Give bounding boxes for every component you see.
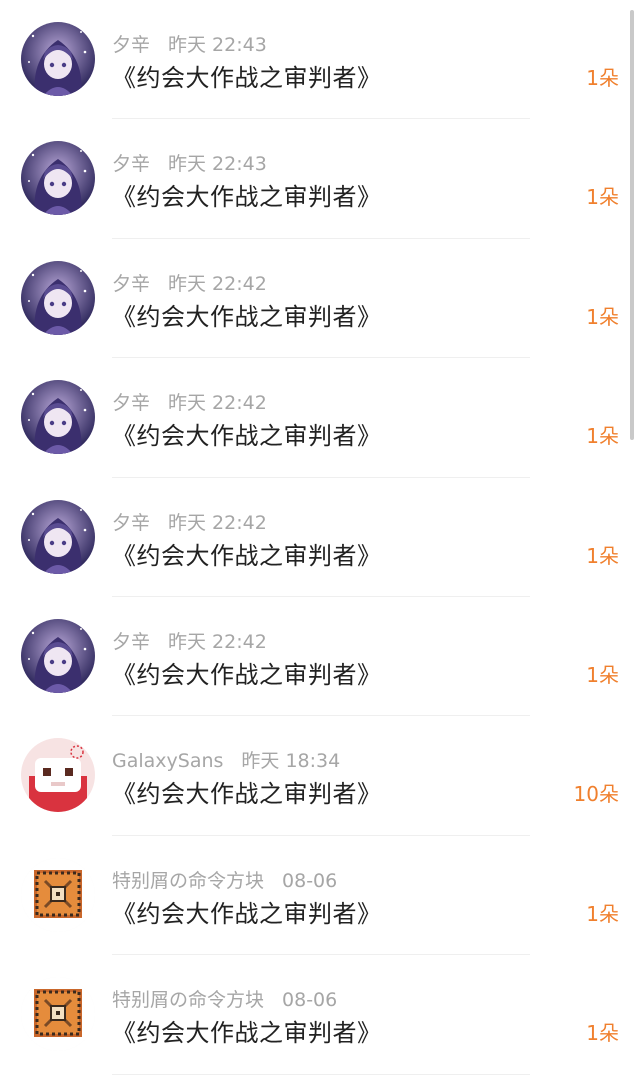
- timestamp: 昨天 22:43: [168, 153, 267, 176]
- pixel-character-avatar-icon: [21, 738, 95, 813]
- anime-girl-avatar-icon: [21, 380, 95, 455]
- list-item[interactable]: 特别屑の命令方块 08-06 《约会大作战之审判者》 1朵: [0, 836, 640, 956]
- list-item[interactable]: 夕辛 昨天 22:42 《约会大作战之审判者》 1朵: [0, 478, 640, 597]
- list-item[interactable]: 夕辛 昨天 22:42 《约会大作战之审判者》 1朵: [0, 239, 640, 359]
- book-title[interactable]: 《约会大作战之审判者》: [112, 416, 382, 451]
- book-title[interactable]: 《约会大作战之审判者》: [112, 58, 382, 93]
- flower-count: 1朵: [586, 304, 619, 329]
- avatar[interactable]: [21, 499, 95, 574]
- timestamp: 昨天 22:42: [168, 511, 267, 534]
- book-title[interactable]: 《约会大作战之审判者》: [112, 1013, 382, 1048]
- flower-count: 1朵: [586, 424, 619, 449]
- user-name[interactable]: 夕辛: [112, 392, 150, 414]
- item-meta: 特别屑の命令方块 08-06: [112, 985, 337, 1012]
- book-title[interactable]: 《约会大作战之审判者》: [112, 297, 382, 332]
- book-title[interactable]: 《约会大作战之审判者》: [112, 536, 382, 571]
- gift-record-list: 夕辛 昨天 22:43 《约会大作战之审判者》 1朵 夕辛 昨天 22:43 《约会…: [0, 0, 640, 1075]
- book-title[interactable]: 《约会大作战之审判者》: [112, 655, 382, 690]
- flower-count: 1朵: [586, 901, 619, 926]
- item-meta: 特别屑の命令方块 08-06: [112, 866, 337, 893]
- book-title[interactable]: 《约会大作战之审判者》: [112, 177, 382, 212]
- anime-girl-avatar-icon: [21, 22, 95, 96]
- anime-girl-avatar-icon: [21, 499, 95, 574]
- user-name[interactable]: GalaxySans: [112, 750, 223, 772]
- user-name[interactable]: 夕辛: [112, 273, 150, 295]
- timestamp: 昨天 22:42: [168, 392, 267, 415]
- timestamp: 08-06: [282, 989, 338, 1012]
- list-item[interactable]: GalaxySans 昨天 18:34 《约会大作战之审判者》 10朵: [0, 716, 640, 836]
- item-meta: 夕辛 昨天 22:42: [112, 269, 267, 296]
- flower-count: 1朵: [586, 66, 619, 90]
- timestamp: 昨天 22:42: [168, 630, 267, 653]
- timestamp: 昨天 22:42: [168, 272, 267, 295]
- item-meta: 夕辛 昨天 22:43: [112, 30, 267, 57]
- scrollbar[interactable]: [630, 10, 634, 440]
- user-name[interactable]: 特别屑の命令方块: [112, 989, 264, 1011]
- item-meta: 夕辛 昨天 22:42: [112, 508, 267, 535]
- avatar[interactable]: [21, 141, 95, 216]
- divider: [112, 1073, 530, 1075]
- timestamp: 昨天 22:43: [168, 34, 267, 56]
- command-block-avatar-icon: [21, 977, 95, 1052]
- list-item[interactable]: 夕辛 昨天 22:42 《约会大作战之审判者》 1朵: [0, 358, 640, 478]
- anime-girl-avatar-icon: [21, 260, 95, 335]
- user-name[interactable]: 夕辛: [112, 512, 150, 534]
- item-meta: GalaxySans 昨天 18:34: [112, 746, 340, 773]
- item-meta: 夕辛 昨天 22:42: [112, 388, 267, 415]
- item-meta: 夕辛 昨天 22:43: [112, 149, 267, 176]
- timestamp: 昨天 18:34: [241, 750, 341, 773]
- list-item[interactable]: 特别屑の命令方块 08-06 《约会大作战之审判者》 1朵: [0, 955, 640, 1075]
- flower-count: 1朵: [586, 185, 619, 210]
- list-item[interactable]: 夕辛 昨天 22:43 《约会大作战之审判者》 1朵: [0, 119, 640, 239]
- book-title[interactable]: 《约会大作战之审判者》: [112, 774, 382, 809]
- flower-count: 1朵: [586, 1021, 619, 1046]
- avatar[interactable]: [21, 260, 95, 335]
- timestamp: 08-06: [282, 869, 338, 892]
- list-item[interactable]: 夕辛 昨天 22:43 《约会大作战之审判者》 1朵: [0, 0, 640, 120]
- avatar[interactable]: [21, 380, 95, 455]
- book-title[interactable]: 《约会大作战之审判者》: [112, 894, 382, 929]
- flower-count: 1朵: [586, 543, 619, 568]
- flower-count: 1朵: [586, 662, 619, 687]
- item-meta: 夕辛 昨天 22:42: [112, 627, 267, 654]
- user-name[interactable]: 特别屑の命令方块: [112, 870, 264, 892]
- anime-girl-avatar-icon: [21, 618, 95, 693]
- command-block-avatar-icon: [21, 857, 95, 932]
- avatar[interactable]: [21, 977, 95, 1052]
- avatar[interactable]: [21, 618, 95, 693]
- user-name[interactable]: 夕辛: [112, 631, 150, 653]
- avatar[interactable]: [21, 22, 95, 96]
- flower-count: 10朵: [573, 782, 619, 807]
- user-name[interactable]: 夕辛: [112, 153, 150, 175]
- avatar[interactable]: [21, 738, 95, 813]
- anime-girl-avatar-icon: [21, 141, 95, 216]
- list-item[interactable]: 夕辛 昨天 22:42 《约会大作战之审判者》 1朵: [0, 597, 640, 717]
- avatar[interactable]: [21, 857, 95, 932]
- user-name[interactable]: 夕辛: [112, 34, 150, 56]
